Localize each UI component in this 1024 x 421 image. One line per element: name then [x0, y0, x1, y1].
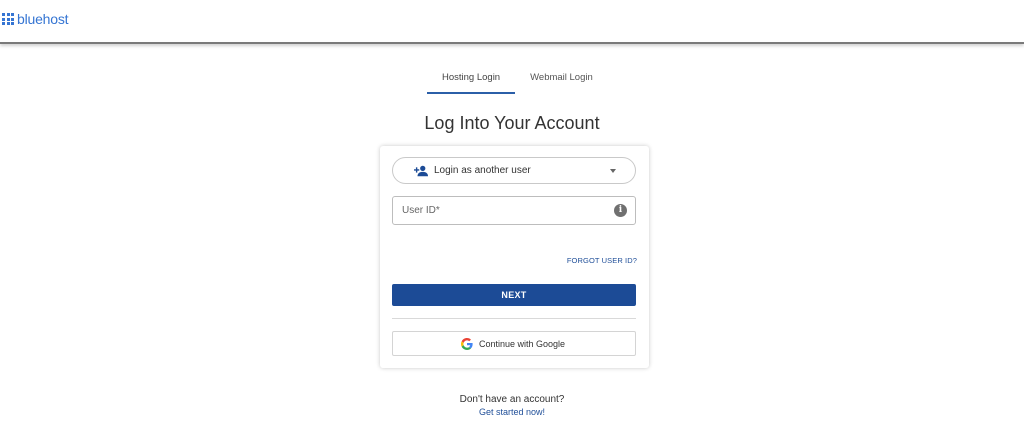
tab-hosting-login[interactable]: Hosting Login	[427, 64, 516, 94]
get-started-link[interactable]: Get started now!	[0, 407, 1024, 417]
next-button[interactable]: NEXT	[392, 284, 636, 306]
google-g-icon	[461, 338, 473, 350]
signup-prompt: Don't have an account?	[459, 394, 565, 405]
divider	[392, 318, 636, 319]
chevron-down-icon	[610, 169, 616, 173]
user-id-input[interactable]	[393, 197, 608, 224]
forgot-user-id-link[interactable]: FORGOT USER ID?	[567, 256, 637, 265]
google-button-label: Continue with Google	[479, 339, 566, 349]
bluehost-logo[interactable]: bluehost	[2, 11, 69, 27]
person-add-icon	[414, 165, 428, 177]
logo-text: bluehost	[17, 11, 69, 27]
top-bar: bluehost	[0, 0, 1024, 44]
info-icon[interactable]: i	[614, 204, 627, 217]
page-title: Log Into Your Account	[424, 113, 600, 133]
account-selector-dropdown[interactable]: Login as another user	[392, 157, 636, 184]
login-card: Login as another user i FORGOT USER ID? …	[380, 146, 649, 368]
tab-webmail-login[interactable]: Webmail Login	[515, 64, 608, 94]
continue-with-google-button[interactable]: Continue with Google	[392, 331, 636, 356]
account-selector-label: Login as another user	[434, 165, 531, 176]
login-tabs: Hosting Login Webmail Login	[427, 64, 608, 94]
user-id-field-wrapper: i	[392, 196, 636, 225]
logo-grid-icon	[2, 13, 14, 25]
